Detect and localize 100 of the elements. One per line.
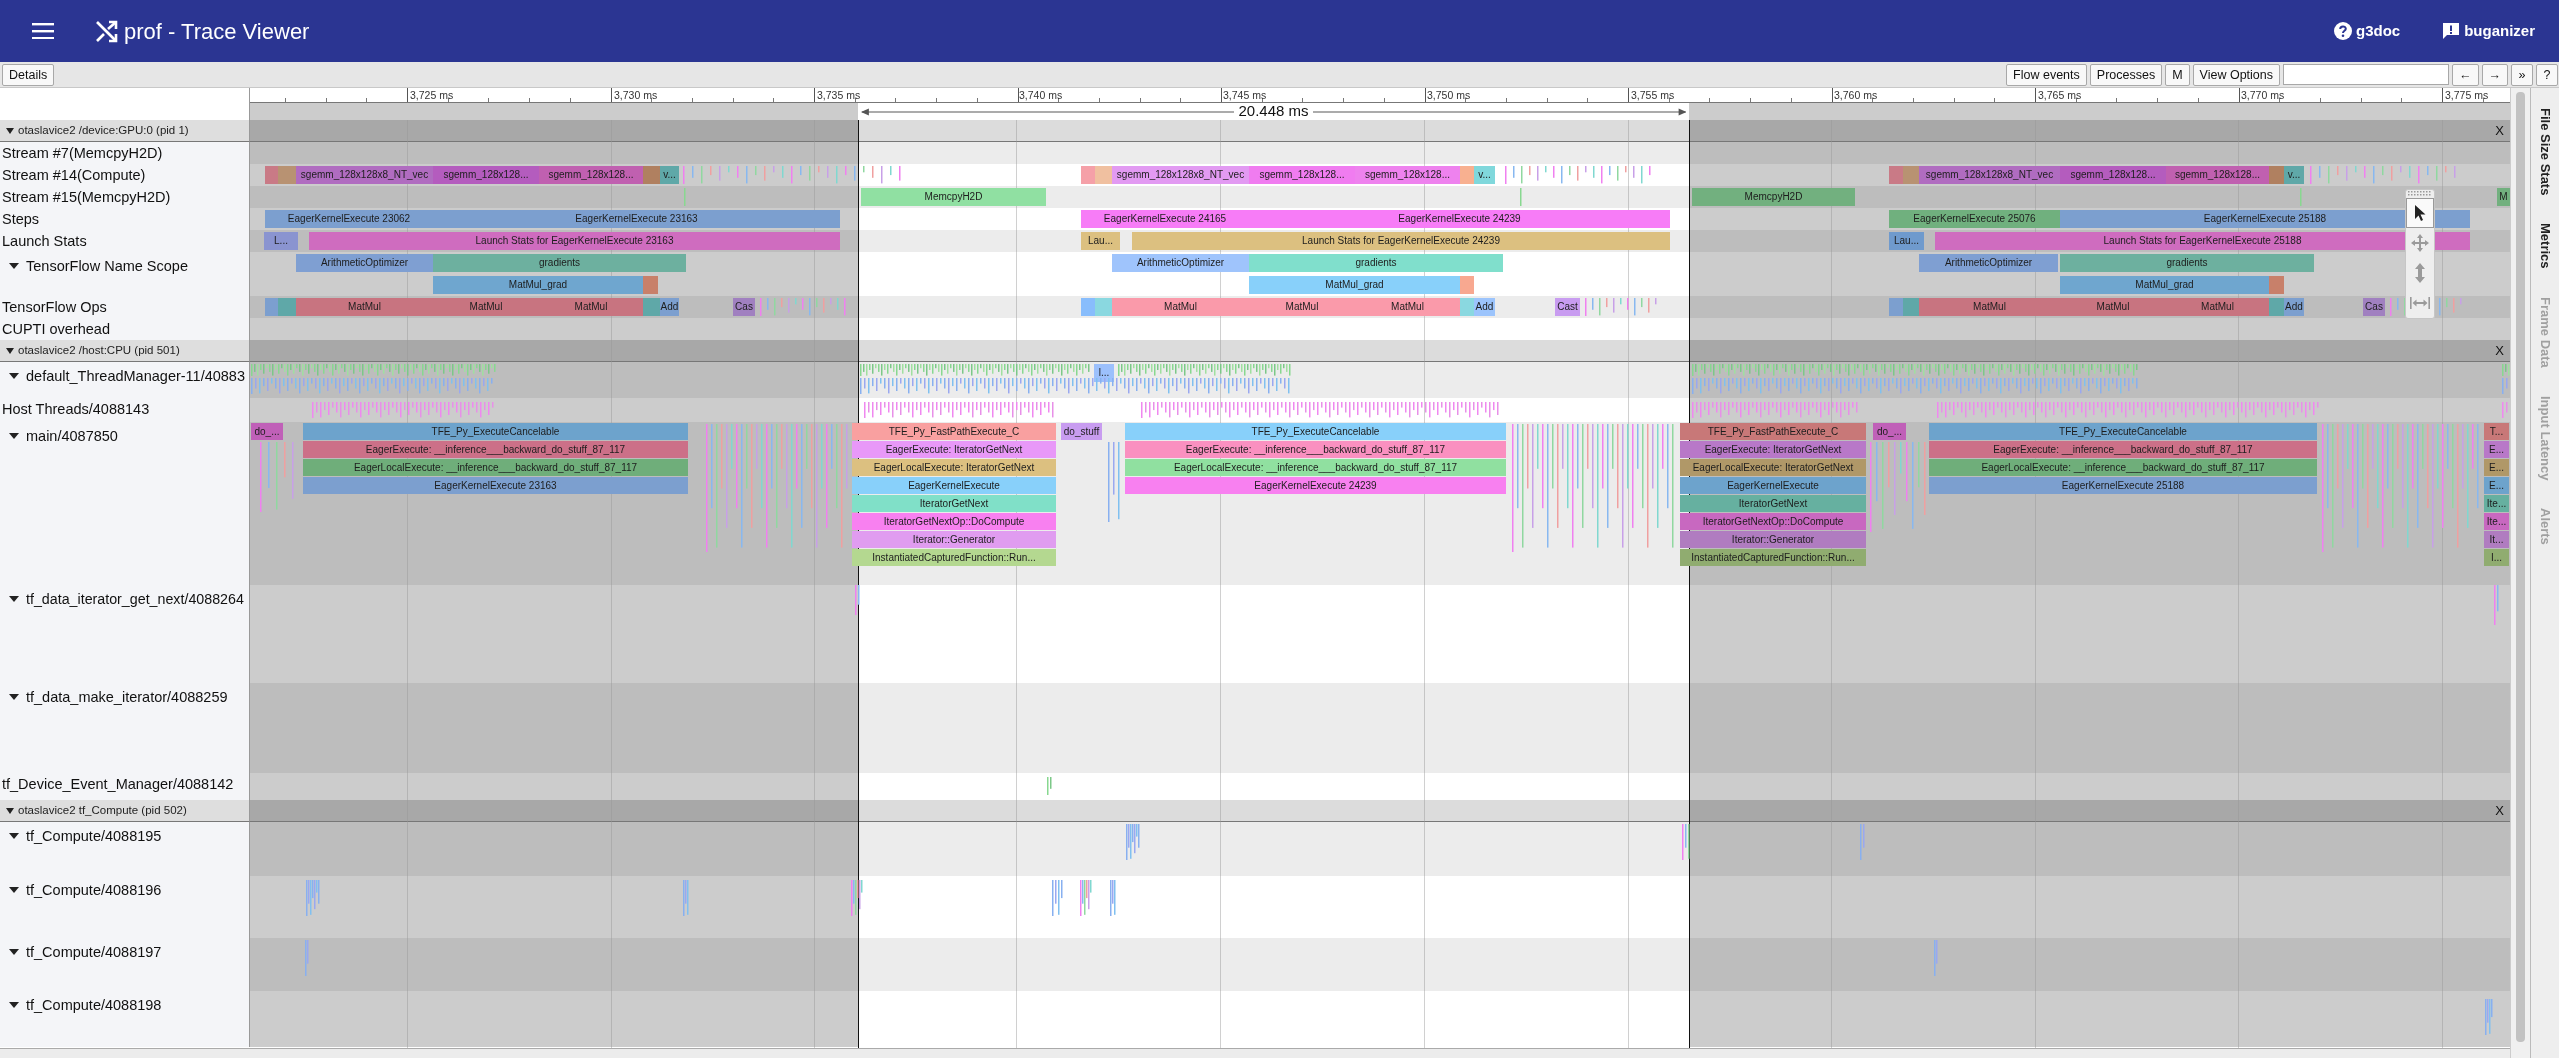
nav-button[interactable]: ← [2452,63,2479,86]
trace-slice: E... [2484,477,2509,494]
close-button[interactable]: X [2489,800,2510,821]
trace-slice: MatMul [296,298,433,316]
trace-slice: Cas [733,298,755,316]
sliver-cluster-drawing [305,940,309,976]
help-circle-icon [2333,22,2352,40]
trace-slice: IteratorGetNext [1680,495,1866,512]
trace-slice: EagerLocalExecute: IteratorGetNext [852,459,1056,476]
caret-icon[interactable] [9,373,19,379]
track-label: default_ThreadManager-11/40883 [26,367,245,385]
trace-slice: IteratorGetNextOp::DoCompute [852,513,1056,530]
close-button[interactable]: X [2489,340,2510,361]
ruler-tick-label: 3,755 ms [1631,88,1675,103]
trace-slice: EagerKernelExecute [1680,477,1866,494]
move-arrows-icon [2411,234,2429,252]
toolbar-button[interactable]: Processes [2089,63,2163,86]
nav-button[interactable]: → [2481,63,2508,86]
trace-slice: EagerLocalExecute: __inference___backward_do_stuff_87_117 [1125,459,1506,476]
sliver-cluster-drawing [1682,824,1690,860]
track-label: main/4087850 [26,427,118,445]
nav-button[interactable]: ? [2536,63,2558,86]
trace-slice: Ite... [2484,513,2509,530]
trace-slice: MatMul_grad [2060,276,2269,294]
trace-slice: v... [1474,166,1495,184]
trace-slice: It... [2484,531,2509,548]
trace-slice: do_... [1873,423,1906,440]
caret-icon[interactable] [9,433,19,439]
trace-slice: Cast [1555,298,1580,316]
caret-icon[interactable] [9,1002,19,1008]
scrollbar-thumb[interactable] [2516,92,2525,1042]
caret-icon[interactable] [6,347,14,354]
trace-slice: EagerExecute: __inference___backward_do_stuff_87_117 [1929,441,2317,458]
trace-slice: sgemm_128x128x8_NT_vec [1112,166,1249,184]
trace-slice: IteratorGetNextOp::DoCompute [1680,513,1866,530]
trace-slice: Lau... [1889,232,1924,250]
scrollbar[interactable] [0,1048,2510,1058]
trace-slice: gradients [433,254,686,272]
trace-slice: Iterator::Generator [1680,531,1866,548]
toolbar-button[interactable]: View Options [2192,63,2280,86]
header-link[interactable]: buganizer [2442,19,2535,43]
sliver-cluster-drawing [855,585,860,615]
trace-slice: M [2497,188,2510,206]
trace-slice: EagerKernelExecute [852,477,1056,494]
ruler-tick-label: 3,775 ms [2445,88,2489,103]
trace-slice: IteratorGetNext [852,495,1056,512]
search-field[interactable] [2283,64,2449,85]
side-tab[interactable]: File Size Stats [2535,94,2555,210]
trace-slice: EagerExecute: IteratorGetNext [852,441,1056,458]
trace-slice: EagerKernelExecute 25188 [1929,477,2317,494]
feedback-bubble-icon [2442,22,2461,40]
caret-icon[interactable] [9,949,19,955]
scrollbar[interactable] [2510,88,2530,1058]
track-label: tf_Device_Event_Manager/4088142 [2,775,234,793]
side-tab[interactable]: Metrics [2535,209,2555,283]
trace-slice: EagerKernelExecute 24239 [1249,210,1670,228]
caret-icon[interactable] [9,694,19,700]
details-button[interactable]: Details [2,63,55,86]
ruler-tick-label: 3,745 ms [1223,88,1267,103]
trace-slice: ArithmeticOptimizer [1919,254,2058,272]
track-label: tf_Compute/4088195 [26,827,162,845]
trace-slice: EagerKernelExecute 23163 [433,210,840,228]
trace-slice: MatMul [1112,298,1249,316]
drag-handle-icon[interactable] [2408,190,2432,198]
close-button[interactable]: X [2489,120,2510,141]
trace-slice: MatMul_grad [1249,276,1460,294]
sliver-cluster-drawing [1110,880,1116,916]
menu-icon[interactable] [32,23,54,39]
range-duration: 20.448 ms [1237,101,1310,122]
caret-icon[interactable] [6,127,14,134]
trace-slice: Lau... [1081,232,1120,250]
trace-slice: Launch Stats for EagerKernelExecute 24239 [1132,232,1670,250]
trace-slice: EagerKernelExecute 24165 [1081,210,1249,228]
caret-icon[interactable] [9,887,19,893]
toolbar-button[interactable]: M [2165,63,2190,86]
trace-slice: EagerKernelExecute 25076 [1889,210,2060,228]
app-title: prof - Trace Viewer [124,17,310,46]
track-label: Stream #15(MemcpyH2D) [2,188,171,206]
header-link[interactable]: g3doc [2333,19,2401,43]
sliver-cluster-drawing [1934,940,1938,976]
caret-icon[interactable] [9,833,19,839]
caret-icon[interactable] [9,263,19,269]
caret-icon[interactable] [9,596,19,602]
tool-button[interactable] [2406,198,2434,228]
trace-slice: EagerLocalExecute: __inference___backward_do_stuff_87_117 [303,459,688,476]
trace-slice: E... [2484,459,2509,476]
nav-button[interactable]: » [2511,63,2533,86]
trace-slice: MatMul [2166,298,2269,316]
trace-slice: v... [660,166,679,184]
sliver-cluster-drawing [260,442,294,512]
trace-slice: sgemm_128x128... [1249,166,1355,184]
trace-slice: Iterator::Generator [852,531,1056,548]
caret-icon[interactable] [6,807,14,814]
trace-slice: EagerExecute: __inference___backward_do_stuff_87_117 [1125,441,1506,458]
trace-slice: EagerKernelExecute 25188 [2060,210,2470,228]
trace-slice: sgemm_128x128x8_NT_vec [296,166,433,184]
crossed-arrows-icon [94,19,120,43]
sliver-cluster-drawing [1585,298,1657,316]
toolbar-button[interactable]: Flow events [2006,63,2087,86]
trace-slice: MatMul [1249,298,1355,316]
